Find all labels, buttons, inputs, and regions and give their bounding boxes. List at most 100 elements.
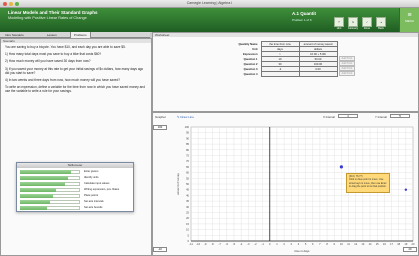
y-tick-label: 5 bbox=[188, 233, 190, 237]
x-tick-label: 4 bbox=[298, 242, 300, 246]
x-axis-label: time in days bbox=[295, 249, 311, 253]
skill-label: Calculate input values bbox=[84, 182, 110, 185]
x-tick-label: -6 bbox=[226, 242, 229, 246]
selected-point bbox=[404, 188, 408, 191]
menu-label: MENU bbox=[405, 19, 414, 23]
worksheet-row: Question 4 Add Point bbox=[221, 71, 356, 77]
x-tick-label: 19 bbox=[404, 242, 407, 246]
question-2-text: 2) How much money will you have saved 30… bbox=[5, 59, 91, 64]
y-tick-label: 75 bbox=[186, 154, 189, 158]
skill-bar bbox=[20, 170, 71, 174]
y-tick-label: 100 bbox=[185, 125, 190, 129]
x-tick-label: 20 bbox=[412, 242, 415, 246]
y-tick-label: 70 bbox=[186, 159, 189, 163]
worksheet-table: Quantity Name the time from now amount of … bbox=[221, 41, 356, 77]
col2-cell[interactable] bbox=[298, 71, 338, 77]
draw-line-label: Draw Line bbox=[180, 115, 194, 119]
glossary-button[interactable]: G bbox=[348, 17, 358, 27]
question-4-text: 4) In two weeks and three days from now,… bbox=[5, 78, 120, 83]
add-point-cell: Add Point bbox=[337, 71, 356, 77]
skill-row: Set axis bounds bbox=[20, 205, 130, 211]
y-tick-label: 90 bbox=[186, 136, 189, 140]
y-tick-label: 30 bbox=[186, 205, 189, 209]
x-tick-label: 12 bbox=[354, 242, 357, 246]
y-axis-label: amount of money bbox=[176, 173, 180, 195]
back-button-label: Back bbox=[378, 27, 384, 30]
x-interval-input[interactable]: 1 bbox=[338, 114, 358, 118]
x-tick-label: -1 bbox=[261, 242, 264, 246]
point-info-note: (30.0, 76.77) Click on blue point to mov… bbox=[346, 173, 390, 193]
scenario-panel: Scenario You are saving to buy a bicycle… bbox=[0, 38, 152, 256]
skill-label: Identify units bbox=[84, 176, 99, 179]
x-tick-label: -5 bbox=[233, 242, 236, 246]
y-tick-label: 35 bbox=[186, 199, 189, 203]
x-min-input[interactable]: -10 bbox=[153, 247, 167, 252]
skill-bar bbox=[20, 200, 50, 204]
x-tick-label: -2 bbox=[254, 242, 257, 246]
col1-cell[interactable] bbox=[260, 71, 300, 77]
x-tick-label: 0 bbox=[269, 242, 271, 246]
lesson-progress: Problem 1 of 6 bbox=[292, 18, 312, 22]
worksheet-header: Worksheet bbox=[153, 33, 418, 37]
done-button-label: Done bbox=[363, 27, 371, 30]
plotted-point[interactable] bbox=[339, 165, 343, 169]
x-tick-label: 15 bbox=[376, 242, 379, 246]
x-tick-label: 10 bbox=[340, 242, 343, 246]
x-tick-label: 14 bbox=[369, 242, 372, 246]
x-tick-label: 17 bbox=[390, 242, 393, 246]
back-button[interactable]: ◂ bbox=[376, 17, 386, 27]
y-tick-label: 10 bbox=[186, 228, 189, 232]
row-label: Question 4 bbox=[243, 72, 258, 76]
skillometer-window[interactable]: Skillometer Enter givens Identify units Ca… bbox=[16, 162, 134, 212]
y-tick-label: 50 bbox=[186, 182, 189, 186]
y-tick-label: 55 bbox=[186, 176, 189, 180]
skills-list: Enter givens Identify units Calculate inpu… bbox=[17, 168, 133, 212]
x-tick-label: 11 bbox=[347, 242, 350, 246]
x-tick-label: 3 bbox=[291, 242, 293, 246]
x-tick-label: -3 bbox=[247, 242, 250, 246]
grapher-header: Grapher bbox=[155, 115, 167, 119]
x-tick-label: 13 bbox=[361, 242, 364, 246]
y-tick-label: 15 bbox=[186, 222, 189, 226]
y-tick-label: 65 bbox=[186, 165, 189, 169]
x-tick-label: -4 bbox=[240, 242, 243, 246]
y-interval-input[interactable]: 5 bbox=[390, 114, 410, 118]
x-tick-label: -8 bbox=[211, 242, 214, 246]
y-interval-label: Y Interval bbox=[375, 115, 387, 119]
window-title: Carnegie Learning | Algebra I bbox=[186, 1, 233, 5]
question-3-text: 3) If you saved your money at this rate … bbox=[5, 66, 144, 75]
y-tick-label: 85 bbox=[186, 142, 189, 146]
y-max-input[interactable]: 100 bbox=[153, 125, 167, 130]
hint-button-label: Hint bbox=[336, 27, 342, 30]
menu-button[interactable]: ≡ MENU bbox=[399, 8, 419, 32]
skill-label: Writing expression, pos. Rates bbox=[84, 188, 120, 191]
x-tick-label: 1 bbox=[276, 242, 278, 246]
skill-bar bbox=[20, 188, 56, 192]
x-interval-label: X Interval bbox=[323, 115, 335, 119]
scenario-text: You are saving to buy a bicycle. You hav… bbox=[1, 43, 149, 96]
worksheet-panel: Worksheet Quantity Name the time from now… bbox=[152, 32, 419, 112]
y-tick-label: 60 bbox=[186, 171, 189, 175]
x-tick-label: 8 bbox=[326, 242, 328, 246]
y-tick-label: 45 bbox=[186, 188, 189, 192]
y-tick-label: 40 bbox=[186, 193, 189, 197]
y-tick-label: 95 bbox=[186, 131, 189, 135]
add-point-button[interactable]: Add Point bbox=[338, 71, 356, 76]
draw-line-button[interactable]: ✎ Draw Line bbox=[177, 115, 194, 119]
unit-title: Linear Models and Their Standard Graphs bbox=[8, 10, 98, 15]
hint-button[interactable]: ? bbox=[334, 17, 344, 27]
x-tick-label: -11 bbox=[189, 242, 193, 246]
question-1-text: 1) How many total days must you save to … bbox=[5, 52, 102, 57]
x-tick-label: -7 bbox=[218, 242, 221, 246]
x-tick-label: 7 bbox=[319, 242, 321, 246]
skill-label: Place points bbox=[84, 194, 99, 197]
x-tick-label: 9 bbox=[333, 242, 335, 246]
skill-bar bbox=[20, 182, 65, 186]
y-tick-label: 25 bbox=[186, 211, 189, 215]
x-tick-label: 2 bbox=[283, 242, 285, 246]
done-button[interactable]: ✓ bbox=[362, 17, 372, 27]
glossary-button-label: Glossary bbox=[347, 27, 359, 30]
lesson-title: A.1 Quantit bbox=[292, 11, 317, 16]
skill-bar bbox=[20, 206, 47, 210]
x-tick-label: 16 bbox=[383, 242, 386, 246]
